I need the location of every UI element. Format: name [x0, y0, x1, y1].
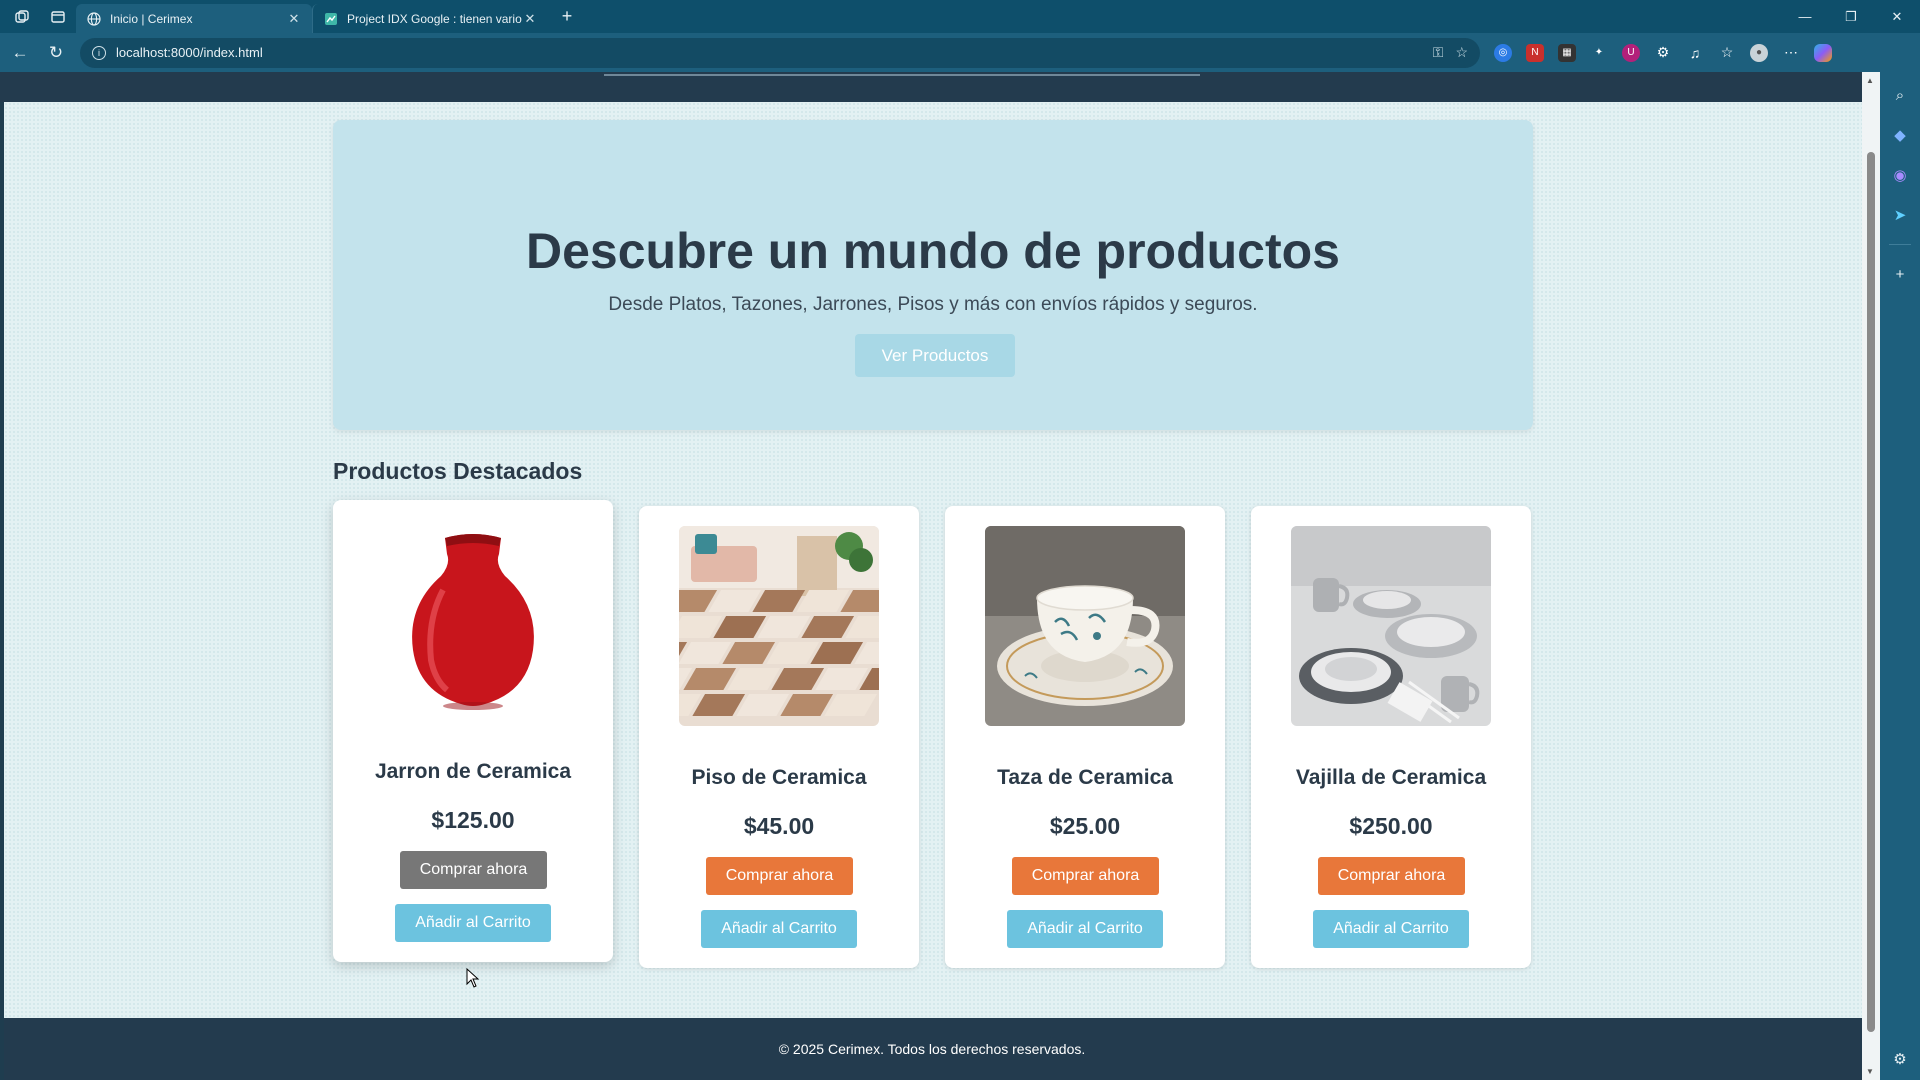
extension-qr-icon[interactable]: ▦ [1558, 43, 1576, 62]
window-close-icon[interactable]: ✕ [1874, 0, 1920, 33]
add-to-cart-button[interactable]: Añadir al Carrito [1007, 910, 1163, 948]
browser-sidebar: ⌕ ◆ ◉ ➤ + ⚙ [1880, 72, 1920, 1080]
close-tab-icon[interactable]: ✕ [522, 11, 538, 27]
url-text: localhost:8000/index.html [116, 45, 263, 60]
workspaces-icon[interactable] [8, 3, 36, 31]
site-header [0, 72, 1862, 102]
buy-now-button[interactable]: Comprar ahora [706, 857, 853, 895]
tab-title: Inicio | Cerimex [110, 11, 193, 26]
product-price: $25.00 [1049, 813, 1121, 839]
mouse-cursor-icon [466, 968, 480, 988]
reload-icon[interactable]: ↻ [40, 37, 72, 69]
buy-now-button[interactable]: Comprar ahora [1012, 857, 1159, 895]
profile-avatar-icon[interactable]: ● [1750, 43, 1768, 62]
favorites-icon[interactable]: ☆ [1718, 44, 1736, 62]
add-to-cart-button[interactable]: Añadir al Carrito [701, 910, 857, 948]
new-tab-icon[interactable]: + [552, 2, 582, 32]
url-field[interactable]: i localhost:8000/index.html ⚿ ☆ [80, 37, 1480, 68]
product-name: Vajilla de Ceramica [1295, 766, 1487, 789]
back-icon[interactable]: ← [4, 37, 36, 69]
add-to-cart-button[interactable]: Añadir al Carrito [1313, 910, 1469, 948]
hero-title: Descubre un mundo de productos [526, 223, 1340, 279]
extension-pink-icon[interactable]: U [1622, 43, 1640, 62]
scroll-thumb[interactable] [1867, 152, 1875, 1032]
key-icon[interactable]: ⚿ [1433, 44, 1444, 61]
globe-icon [86, 11, 102, 27]
search-icon[interactable]: ⌕ [1889, 84, 1911, 106]
send-icon[interactable]: ➤ [1889, 204, 1911, 226]
minimize-icon[interactable]: — [1782, 0, 1828, 33]
hero-banner: Descubre un mundo de productos Desde Pla… [333, 120, 1533, 430]
floor-image[interactable] [679, 526, 879, 726]
product-price: $250.00 [1349, 813, 1433, 839]
extension-blue-icon[interactable]: ◎ [1494, 43, 1512, 62]
vase-image[interactable] [373, 520, 573, 720]
header-underline [604, 74, 1200, 76]
add-to-cart-button[interactable]: Añadir al Carrito [395, 904, 551, 942]
product-card[interactable]: Jarron de Ceramica $125.00 Comprar ahora… [333, 500, 613, 962]
settings-gear-icon[interactable]: ⚙ [1889, 1048, 1911, 1070]
restore-icon[interactable]: ❐ [1828, 0, 1874, 33]
product-name: Piso de Ceramica [691, 766, 867, 789]
favorite-star-icon[interactable]: ☆ [1455, 44, 1468, 61]
extension-puzzle-icon[interactable]: ✦ [1590, 44, 1608, 62]
product-name: Taza de Ceramica [997, 766, 1173, 789]
featured-products-title: Productos Destacados [333, 458, 583, 484]
product-name: Jarron de Ceramica [374, 760, 572, 783]
scroll-up-icon[interactable]: ▲ [1866, 76, 1874, 85]
product-card[interactable]: Piso de Ceramica $45.00 Comprar ahora Añ… [639, 506, 919, 968]
sidebar-divider [1889, 244, 1911, 245]
close-tab-icon[interactable]: ✕ [286, 11, 302, 27]
idx-favicon-icon [323, 11, 339, 27]
address-bar-row: ← ↻ i localhost:8000/index.html ⚿ ☆ ◎ N … [0, 33, 1920, 72]
hero-subtitle: Desde Platos, Tazones, Jarrones, Pisos y… [608, 294, 1258, 315]
view-products-button[interactable]: Ver Productos [855, 334, 1015, 377]
product-price: $125.00 [431, 807, 515, 833]
tab-inicio-cerimex[interactable]: Inicio | Cerimex ✕ [76, 4, 312, 33]
more-menu-icon[interactable]: ⋯ [1782, 44, 1800, 62]
scroll-down-icon[interactable]: ▼ [1866, 1067, 1874, 1076]
footer-copyright: © 2025 Cerimex. Todos los derechos reser… [778, 1041, 1086, 1057]
page-viewport: Descubre un mundo de productos Desde Pla… [0, 72, 1862, 1080]
product-card[interactable]: Vajilla de Ceramica $250.00 Comprar ahor… [1251, 506, 1531, 968]
tab-project-idx[interactable]: Project IDX Google : tienen vario: ✕ [312, 4, 548, 33]
dishes-image[interactable] [1291, 526, 1491, 726]
site-info-icon[interactable]: i [92, 45, 106, 60]
tab-title: Project IDX Google : tienen vario: [347, 11, 522, 26]
add-icon[interactable]: + [1889, 263, 1911, 285]
office-icon[interactable]: ◉ [1889, 164, 1911, 186]
tab-actions-icon[interactable] [44, 3, 72, 31]
buy-now-button[interactable]: Comprar ahora [1318, 857, 1465, 895]
extension-new-icon[interactable]: N [1526, 43, 1544, 62]
product-card[interactable]: Taza de Ceramica $25.00 Comprar ahora Añ… [945, 506, 1225, 968]
site-footer: © 2025 Cerimex. Todos los derechos reser… [4, 1018, 1862, 1080]
page-scrollbar[interactable]: ▲ ▼ [1862, 72, 1880, 1080]
main-content: Descubre un mundo de productos Desde Pla… [4, 102, 1862, 1018]
shopping-tag-icon[interactable]: ◆ [1889, 124, 1911, 146]
extensions-icon[interactable]: ⚙ [1654, 44, 1672, 62]
tab-bar: Inicio | Cerimex ✕ Project IDX Google : … [0, 0, 1920, 33]
cup-image[interactable] [985, 526, 1185, 726]
buy-now-button[interactable]: Comprar ahora [400, 851, 547, 889]
read-aloud-icon[interactable]: ♫ [1686, 44, 1704, 62]
product-price: $45.00 [743, 813, 815, 839]
copilot-icon[interactable] [1814, 43, 1832, 62]
